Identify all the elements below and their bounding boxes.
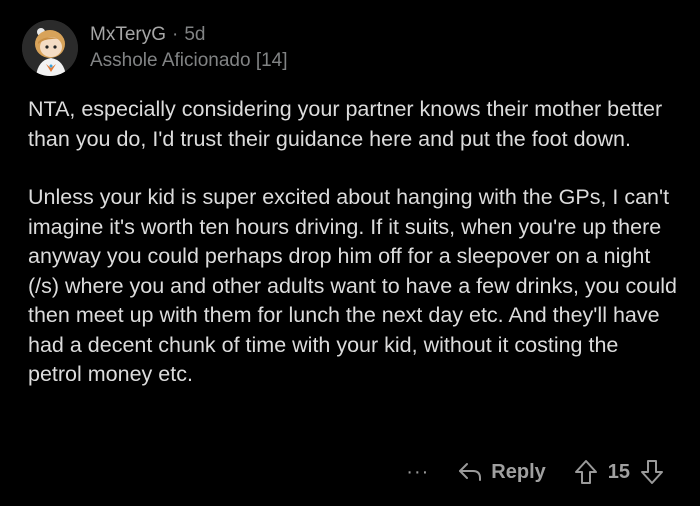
avatar-image [22, 20, 78, 76]
author-line: MxTeryG · 5d [90, 23, 288, 47]
reply-arrow-icon [457, 461, 483, 483]
avatar[interactable] [22, 20, 78, 76]
comment-actions: ··· Reply 15 [406, 452, 664, 492]
separator-dot: · [172, 24, 179, 45]
reply-label: Reply [491, 460, 546, 483]
comment: MxTeryG · 5d Asshole Aficionado [14] NTA, … [0, 0, 700, 506]
reply-button[interactable]: Reply [457, 460, 546, 484]
username-link[interactable]: MxTeryG [90, 24, 166, 45]
comment-meta: MxTeryG · 5d Asshole Aficionado [14] [90, 23, 288, 73]
vote-count: 15 [607, 460, 630, 483]
comment-header: MxTeryG · 5d Asshole Aficionado [14] [22, 18, 288, 78]
more-options-button[interactable]: ··· [406, 461, 429, 484]
comment-paragraph-1: NTA, especially considering your partner… [28, 97, 663, 151]
downvote-arrow-icon[interactable] [640, 459, 664, 485]
comment-age: 5d [184, 24, 206, 45]
comment-paragraph-2: Unless your kid is super excited about h… [28, 185, 677, 386]
user-flair: Asshole Aficionado [14] [90, 50, 288, 71]
upvote-arrow-icon[interactable] [574, 459, 598, 485]
vote-controls: 15 [574, 459, 664, 485]
comment-body: NTA, especially considering your partner… [28, 95, 678, 390]
